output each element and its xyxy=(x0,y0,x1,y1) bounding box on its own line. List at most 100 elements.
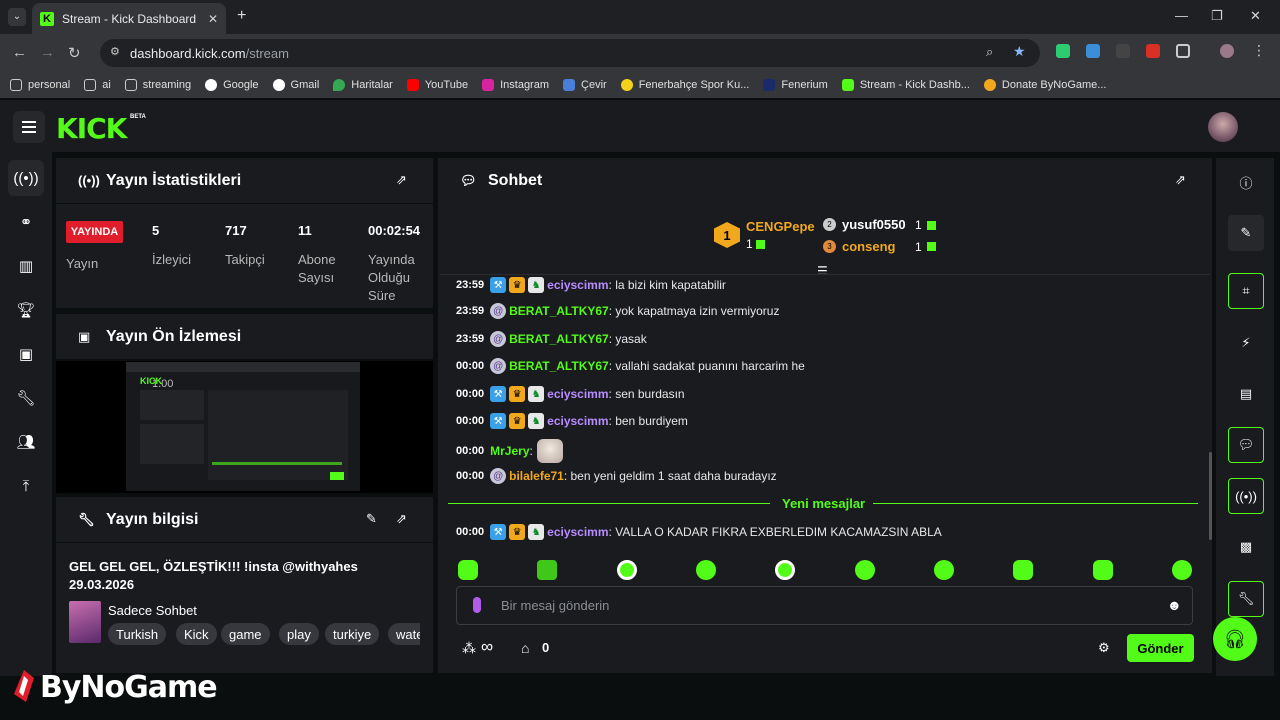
chat-toggle-icon[interactable]: 💬︎ xyxy=(1228,427,1264,463)
bookmark-item[interactable]: Google xyxy=(205,79,259,91)
extension-youtube-icon[interactable] xyxy=(1146,44,1160,58)
edit-icon[interactable]: ✎ xyxy=(1228,215,1264,251)
popout-icon[interactable]: ⇗ xyxy=(1175,172,1186,188)
link-nav-icon[interactable]: ⚭ xyxy=(8,204,44,240)
chat-username[interactable]: MrJery xyxy=(490,444,529,458)
category-name[interactable]: Sadece Sohbet xyxy=(108,603,197,618)
upload-nav-icon[interactable]: ⤒ xyxy=(8,468,44,504)
tools-nav-icon[interactable]: 🔧︎ xyxy=(8,380,44,416)
kick-favicon-icon: K xyxy=(40,11,54,26)
bolt-icon[interactable]: ⚡︎ xyxy=(1228,325,1264,361)
menu-icon[interactable] xyxy=(13,111,45,143)
user-avatar[interactable] xyxy=(1208,112,1238,142)
bookmark-item[interactable]: Çevir xyxy=(563,79,607,91)
chat-message: 00:00 ⚒ ♛ ♞ eciyscimm : VALLA O KADAR FI… xyxy=(456,524,942,540)
stream-nav-icon[interactable]: ((•)) xyxy=(8,160,44,196)
reload-icon[interactable]: ↻ xyxy=(68,44,81,62)
minimize-button[interactable]: — xyxy=(1175,8,1188,23)
emote-icon[interactable] xyxy=(1172,560,1192,580)
chat-username[interactable]: BERAT_ALTKY67 xyxy=(509,332,609,346)
emote-icon[interactable] xyxy=(775,560,795,580)
chat-scrollbar[interactable] xyxy=(1209,452,1212,540)
trophy-nav-icon[interactable]: 🏆︎ xyxy=(8,292,44,328)
bookmark-item[interactable]: streaming xyxy=(124,79,191,91)
extensions-puzzle-icon[interactable] xyxy=(1176,44,1190,58)
forward-icon[interactable]: → xyxy=(40,44,55,61)
emote-icon[interactable] xyxy=(458,560,478,580)
edit-icon[interactable]: ✎ xyxy=(366,511,377,527)
tag-chip[interactable]: Kick xyxy=(176,623,217,645)
emote-icon[interactable] xyxy=(1013,560,1033,580)
chat-username[interactable]: BERAT_ALTKY67 xyxy=(509,304,609,318)
popout-icon[interactable]: ⇗ xyxy=(396,172,407,188)
gifter-name[interactable]: CENGPepe xyxy=(746,219,815,234)
tab-search-button[interactable]: ⌄ xyxy=(8,8,26,26)
gifter-name[interactable]: conseng xyxy=(842,239,895,254)
analytics-nav-icon[interactable]: ▥ xyxy=(8,248,44,284)
chat-username[interactable]: eciyscimm xyxy=(547,278,608,292)
bookmark-item[interactable]: ai xyxy=(84,79,111,91)
emote-icon[interactable] xyxy=(934,560,954,580)
emote-icon[interactable] xyxy=(696,560,716,580)
back-icon[interactable]: ← xyxy=(12,44,27,61)
emote-icon[interactable] xyxy=(617,560,637,580)
emote-icon[interactable] xyxy=(537,560,557,580)
info-icon[interactable]: ⓘ xyxy=(1228,164,1264,200)
emoji-icon[interactable]: ☻ xyxy=(1167,597,1182,613)
community-nav-icon[interactable]: 👥︎ xyxy=(8,424,44,460)
chat-username[interactable]: bilalefe71 xyxy=(509,469,564,483)
camera-icon[interactable]: ▩ xyxy=(1228,529,1264,565)
close-window-button[interactable]: ✕ xyxy=(1250,8,1261,24)
maximize-button[interactable]: ❐ xyxy=(1211,8,1223,24)
video-nav-icon[interactable]: ▣ xyxy=(8,336,44,372)
close-tab-icon[interactable]: ✕ xyxy=(208,12,218,26)
new-tab-button[interactable]: + xyxy=(237,7,246,25)
tag-chip[interactable]: turkiye xyxy=(325,623,380,645)
extension-translate-icon[interactable] xyxy=(1086,44,1100,58)
kick-logo[interactable]: KICK xyxy=(56,112,127,145)
bookmark-item[interactable]: Fenerium xyxy=(763,79,828,91)
bookmark-item[interactable]: Gmail xyxy=(272,79,319,91)
bookmark-item[interactable]: Haritalar xyxy=(333,79,393,91)
popout-icon[interactable]: ⇗ xyxy=(396,511,407,527)
bookmark-item[interactable]: Instagram xyxy=(482,79,549,91)
chat-settings-icon[interactable]: ⚙ xyxy=(1098,640,1110,656)
tag-chip[interactable]: play xyxy=(279,623,319,645)
browser-tab[interactable]: K Stream - Kick Dashboard ✕ xyxy=(32,3,226,34)
notes-icon[interactable]: ▤ xyxy=(1228,376,1264,412)
tag-chip[interactable]: wate xyxy=(388,623,420,645)
chat-message-input[interactable]: Bir mesaj gönderin ☻ xyxy=(456,586,1193,625)
extension-shield-icon[interactable] xyxy=(1056,44,1070,58)
emote-icon[interactable] xyxy=(1093,560,1113,580)
tools-toggle-icon[interactable]: 🔧︎ xyxy=(1228,581,1264,617)
microphone-icon[interactable] xyxy=(473,597,481,613)
screenshot-icon[interactable]: ⌗ xyxy=(1228,273,1264,309)
broadcast-toggle-icon[interactable]: ((•)) xyxy=(1228,478,1264,514)
tag-chip[interactable]: game xyxy=(221,623,270,645)
extension-dark-icon[interactable] xyxy=(1116,44,1130,58)
chat-username[interactable]: eciyscimm xyxy=(547,414,608,428)
send-button[interactable]: Gönder xyxy=(1127,634,1194,662)
collapse-gifters-icon[interactable]: ☰ xyxy=(817,264,828,278)
support-headset-icon[interactable]: 🎧︎ xyxy=(1213,617,1257,661)
bookmark-item[interactable]: Fenerbahçe Spor Ku... xyxy=(620,79,749,91)
browser-menu-icon[interactable]: ⋮ xyxy=(1252,42,1266,59)
chat-username[interactable]: BERAT_ALTKY67 xyxy=(509,359,609,373)
preview-screen: KICK 1.00 xyxy=(126,362,360,491)
chat-username[interactable]: eciyscimm xyxy=(547,387,608,401)
tag-chip[interactable]: Turkish xyxy=(108,623,167,645)
bookmark-item[interactable]: Stream - Kick Dashb... xyxy=(841,79,970,91)
address-bar[interactable]: ⚙ dashboard.kick.com/stream ⌕ ★ xyxy=(100,39,1040,67)
store-icon[interactable]: ⌂ xyxy=(521,640,529,656)
bookmark-item[interactable]: personal xyxy=(10,79,70,91)
points-icon[interactable]: ⁂ xyxy=(462,640,476,657)
chat-username[interactable]: eciyscimm xyxy=(547,525,608,539)
bookmark-item[interactable]: Donate ByNoGame... xyxy=(983,79,1106,91)
zoom-icon[interactable]: ⌕ xyxy=(986,44,993,60)
gifter-name[interactable]: yusuf0550 xyxy=(842,217,906,232)
site-info-icon[interactable]: ⚙ xyxy=(110,45,120,58)
bookmark-star-icon[interactable]: ★ xyxy=(1013,43,1026,60)
emote-icon[interactable] xyxy=(855,560,875,580)
profile-avatar-icon[interactable] xyxy=(1220,44,1234,58)
bookmark-item[interactable]: YouTube xyxy=(406,79,468,91)
